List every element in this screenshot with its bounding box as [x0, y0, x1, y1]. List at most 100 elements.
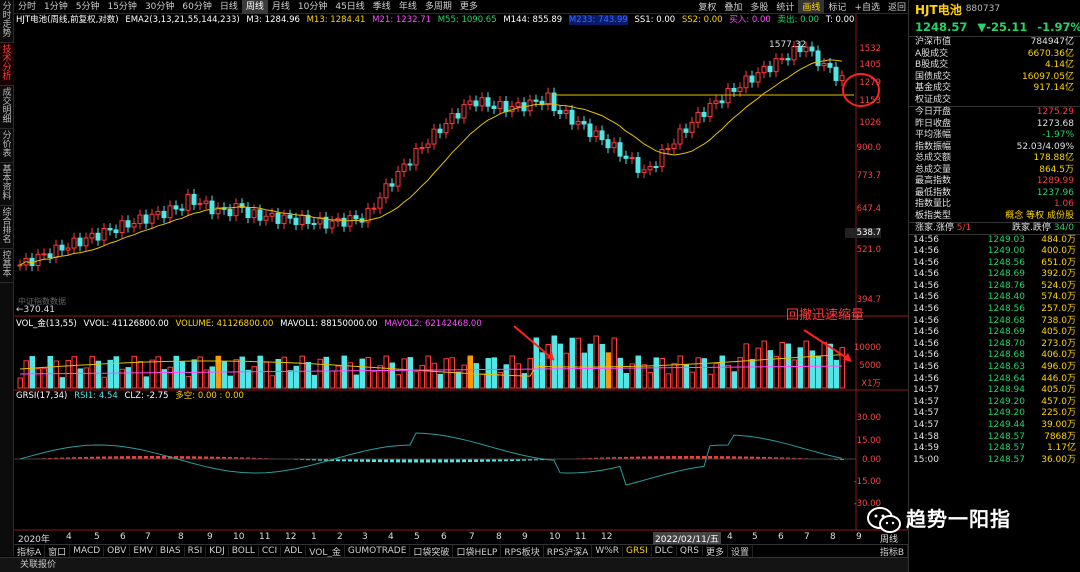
indicator-tab-14[interactable]: 口袋HELP — [453, 544, 502, 558]
indicator-tab-0[interactable]: 指标A — [14, 544, 46, 558]
dk-value: 多空: 0.00 : 0.00 — [175, 391, 244, 401]
tab-0[interactable]: 分时 — [14, 0, 40, 14]
tab-5[interactable]: 60分钟 — [178, 0, 215, 14]
indicator-tab-10[interactable]: ADL — [281, 546, 307, 556]
price-axis-label: 900.0 — [856, 143, 881, 153]
tick-row: 14:56 1248.68 738.0万 — [909, 316, 1080, 328]
tab-13[interactable]: 多周期 — [421, 0, 456, 14]
toolbar-6[interactable]: +自选 — [850, 0, 884, 13]
grsi-hist-bar — [402, 459, 406, 463]
left-tab-0[interactable]: 分时走势 — [0, 0, 14, 43]
left-tab-3[interactable]: 分价表 — [0, 129, 14, 163]
candle-body — [377, 197, 383, 209]
period-tab-bar: 分时 1分钟 5分钟 15分钟 30分钟 60分钟 日线 周线 月线 10分钟 45日线 季线 年线 多周… — [14, 0, 910, 14]
volume-bar — [737, 357, 743, 389]
indicator-tab-19[interactable]: DLC — [652, 546, 677, 556]
indicator-tab-22[interactable]: 设置 — [728, 544, 753, 558]
toolbar-0[interactable]: 复权 — [694, 0, 720, 13]
candle-body — [311, 223, 317, 226]
candle-body — [71, 237, 77, 249]
candle-body — [449, 113, 455, 125]
toolbar-1[interactable]: 叠加 — [720, 0, 746, 13]
tab-3[interactable]: 15分钟 — [103, 0, 140, 14]
toolbar-3[interactable]: 统计 — [772, 0, 798, 13]
candle-body — [251, 209, 257, 219]
indicator-b-tab[interactable]: 指标B — [877, 544, 908, 558]
candle-body — [173, 205, 179, 210]
tick-volume: 7868万 — [1044, 431, 1076, 442]
volume-bar — [665, 373, 671, 389]
volume-bar — [821, 341, 827, 389]
indicator-tab-8[interactable]: BOLL — [229, 546, 259, 556]
stats2-key: 指数振幅 — [915, 141, 952, 152]
left-tab-5[interactable]: 综合排名 — [0, 206, 14, 249]
toolbar-2[interactable]: 多股 — [746, 0, 772, 13]
tab-14[interactable]: 更多 — [456, 0, 482, 14]
tick-row: 14:56 1248.40 574.0万 — [909, 292, 1080, 304]
tab-10[interactable]: 45日线 — [331, 0, 368, 14]
indicator-tab-3[interactable]: OBV — [104, 546, 131, 556]
indicator-tab-12[interactable]: GUMOTRADE — [345, 546, 411, 556]
tab-11[interactable]: 季线 — [369, 0, 395, 14]
tab-9[interactable]: 10分钟 — [294, 0, 331, 14]
indicator-tab-5[interactable]: BIAS — [157, 546, 185, 556]
indicator-tab-15[interactable]: RPS板块 — [501, 544, 544, 558]
tick-row: 14:57 1249.20 225.0万 — [909, 408, 1080, 420]
left-tab-2[interactable]: 成交明细 — [0, 86, 14, 129]
tab-2[interactable]: 5分钟 — [72, 0, 104, 14]
indicator-tab-17[interactable]: W%R — [592, 546, 624, 556]
indicator-tab-4[interactable]: EMV — [130, 546, 157, 556]
tick-volume: 446.0万 — [1041, 373, 1076, 384]
time-axis-label: 4 — [66, 532, 72, 542]
indicator-tab-7[interactable]: KDJ — [206, 546, 229, 556]
tick-row: 14:56 1248.76 524.0万 — [909, 281, 1080, 293]
indicator-tab-16[interactable]: RPS沪深A — [544, 544, 593, 558]
tab-7[interactable]: 周线 — [241, 0, 268, 14]
candle-body — [635, 157, 641, 173]
candle-body — [419, 147, 425, 150]
toolbar-4[interactable]: 画线 — [798, 0, 825, 13]
candle-body — [623, 155, 629, 159]
indicator-tab-13[interactable]: 口袋突破 — [410, 544, 454, 558]
stats2-key: 总成交量 — [915, 164, 952, 175]
candle-body — [755, 72, 761, 83]
tab-1[interactable]: 1分钟 — [40, 0, 72, 14]
indicator-tab-9[interactable]: CCI — [259, 546, 282, 556]
indicator-tab-20[interactable]: QRS — [677, 546, 703, 556]
toolbar-7[interactable]: 返回 — [884, 0, 910, 13]
left-tab-4[interactable]: 基本资料 — [0, 163, 14, 206]
volume-bar — [755, 347, 761, 389]
wechat-icon — [867, 507, 901, 533]
volume-bar — [59, 377, 65, 389]
candle-body — [269, 212, 275, 217]
indicator-tab-6[interactable]: RSI — [185, 546, 207, 556]
quote-header: HJT电池 880737 — [909, 0, 1080, 18]
volume-bar — [503, 364, 509, 389]
candle-body — [203, 200, 209, 204]
tick-volume: 574.0万 — [1041, 292, 1076, 303]
volume-bar — [407, 357, 413, 389]
stats-value: 4.14亿 — [1044, 60, 1074, 70]
candle-body — [179, 208, 185, 211]
tick-time: 15:00 — [913, 454, 939, 465]
toolbar-5[interactable]: 标记 — [824, 0, 850, 13]
indicator-tab-1[interactable]: 窗口 — [45, 544, 71, 558]
volume-bar — [263, 361, 269, 389]
left-tab-1[interactable]: 技术分析 — [0, 43, 14, 86]
indicator-tab-21[interactable]: 更多 — [703, 544, 728, 558]
kline-chart[interactable]: 1577.32 ←370.41中证指数数据 — [14, 14, 908, 544]
volume-bar — [563, 352, 569, 389]
time-axis-label: 5 — [752, 532, 758, 542]
volume-bar — [287, 370, 293, 389]
volume-bar — [275, 358, 281, 389]
indicator-tab-18[interactable]: GRSI — [623, 546, 652, 556]
tab-12[interactable]: 年线 — [395, 0, 421, 14]
tab-8[interactable]: 月线 — [268, 0, 294, 14]
candle-body — [653, 166, 659, 169]
left-tab-6[interactable]: 控基本 — [0, 249, 14, 283]
indicator-tab-2[interactable]: MACD — [70, 546, 105, 556]
tab-6[interactable]: 日线 — [216, 0, 242, 14]
indicator-tab-11[interactable]: VOL_金 — [306, 544, 345, 558]
tab-4[interactable]: 30分钟 — [141, 0, 178, 14]
volume-bar — [719, 355, 725, 389]
